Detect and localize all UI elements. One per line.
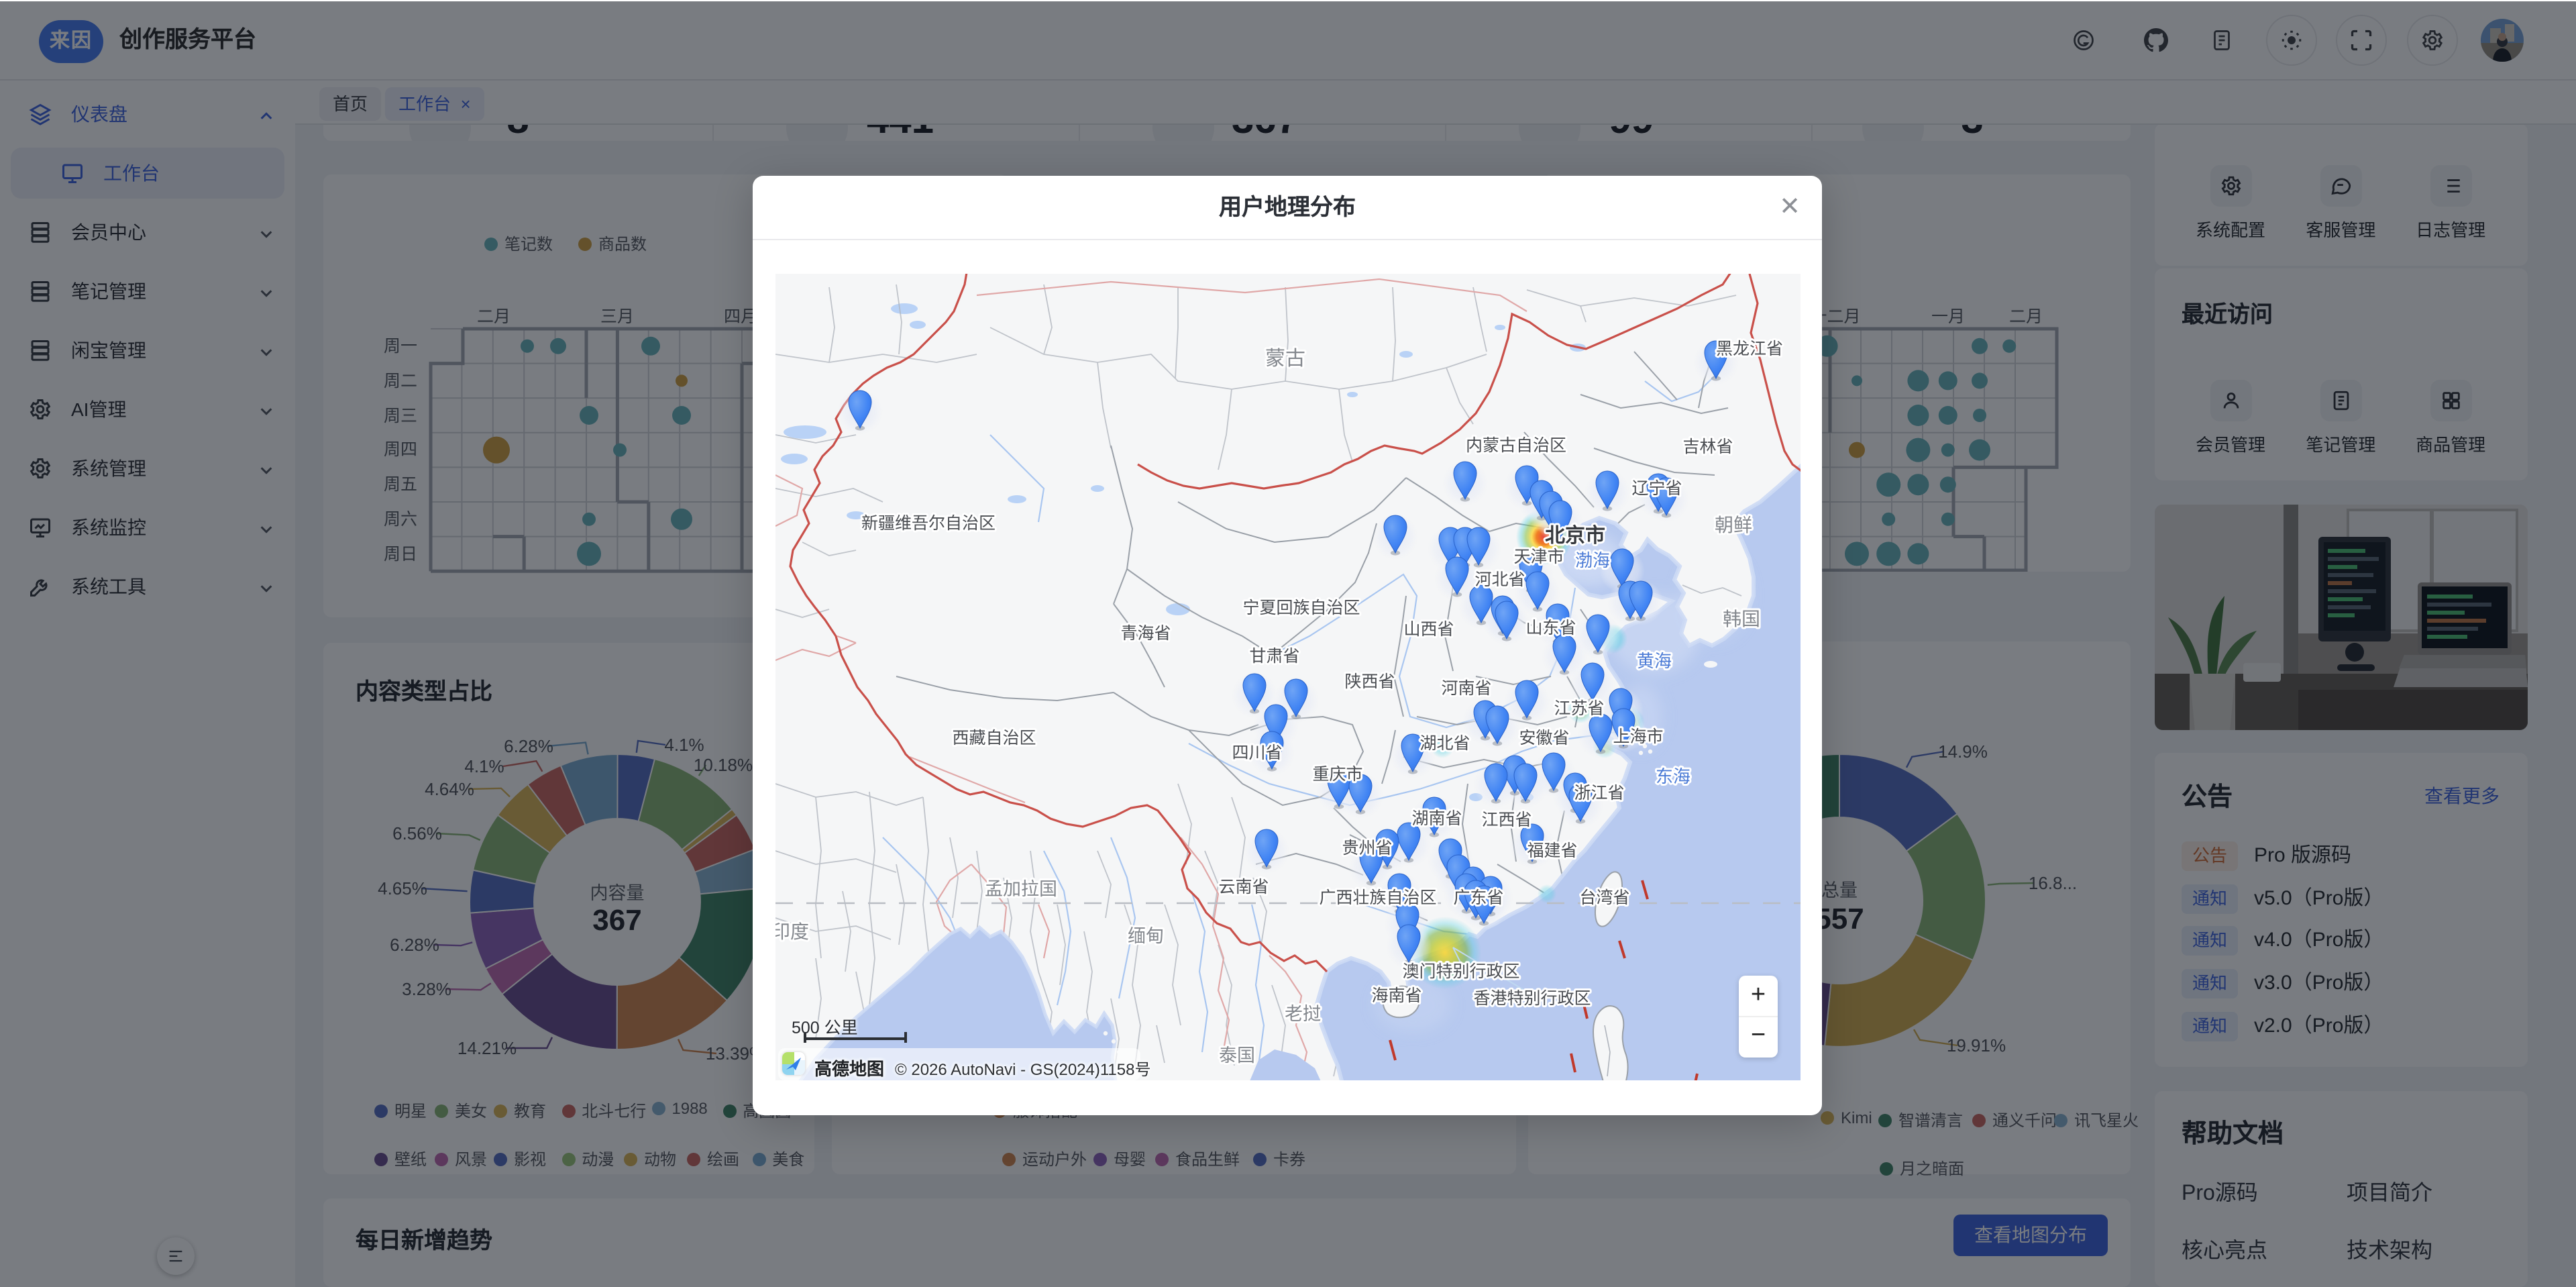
svg-text:湖北省: 湖北省 [1419, 734, 1470, 753]
svg-text:贵州省: 贵州省 [1342, 839, 1392, 858]
svg-text:广东省: 广东省 [1453, 888, 1503, 907]
svg-text:山西省: 山西省 [1403, 620, 1454, 639]
svg-text:黄海: 黄海 [1637, 651, 1672, 671]
svg-text:西藏自治区: 西藏自治区 [952, 729, 1036, 748]
svg-text:内蒙古自治区: 内蒙古自治区 [1466, 436, 1566, 455]
svg-text:泰国: 泰国 [1219, 1045, 1255, 1066]
svg-text:江苏省: 江苏省 [1554, 699, 1604, 718]
svg-text:山东省: 山东省 [1525, 619, 1576, 637]
svg-text:澳门特别行政区: 澳门特别行政区 [1402, 962, 1519, 981]
svg-text:朝鲜: 朝鲜 [1715, 515, 1752, 535]
svg-text:印度: 印度 [775, 921, 809, 942]
svg-text:海南省: 海南省 [1371, 986, 1421, 1005]
svg-text:辽宁省: 辽宁省 [1631, 479, 1682, 498]
svg-text:渤海: 渤海 [1575, 550, 1610, 570]
svg-text:安徽省: 安徽省 [1519, 729, 1569, 748]
svg-text:青海省: 青海省 [1120, 624, 1171, 643]
svg-text:浙江省: 浙江省 [1574, 784, 1624, 803]
svg-text:缅甸: 缅甸 [1128, 926, 1164, 946]
svg-text:福建省: 福建省 [1527, 841, 1577, 860]
svg-text:蒙古: 蒙古 [1265, 348, 1305, 370]
svg-text:江西省: 江西省 [1481, 811, 1532, 829]
svg-text:北京市: 北京市 [1545, 524, 1605, 547]
svg-text:重庆市: 重庆市 [1312, 765, 1362, 784]
svg-text:孟加拉国: 孟加拉国 [985, 879, 1057, 899]
svg-text:新疆维吾尔自治区: 新疆维吾尔自治区 [861, 514, 996, 533]
svg-text:上海市: 上海市 [1613, 727, 1663, 746]
svg-text:河北省: 河北省 [1474, 570, 1525, 589]
svg-text:河南省: 河南省 [1441, 679, 1491, 698]
svg-text:湖南省: 湖南省 [1411, 809, 1462, 828]
svg-text:天津市: 天津市 [1513, 548, 1564, 566]
svg-text:老挝: 老挝 [1285, 1004, 1321, 1024]
svg-text:甘肃省: 甘肃省 [1249, 647, 1299, 666]
svg-text:云南省: 云南省 [1218, 878, 1269, 896]
svg-text:陕西省: 陕西省 [1344, 672, 1395, 691]
svg-text:宁夏回族自治区: 宁夏回族自治区 [1242, 599, 1360, 617]
svg-text:台湾省: 台湾省 [1579, 888, 1629, 907]
svg-text:韩国: 韩国 [1723, 609, 1760, 629]
svg-text:香港特别行政区: 香港特别行政区 [1473, 989, 1591, 1008]
svg-text:广西壮族自治区: 广西壮族自治区 [1319, 888, 1436, 907]
svg-text:吉林省: 吉林省 [1682, 437, 1733, 456]
svg-text:四川省: 四川省 [1232, 743, 1282, 762]
svg-text:东海: 东海 [1656, 766, 1690, 786]
svg-text:黑龙江省: 黑龙江省 [1716, 340, 1783, 358]
